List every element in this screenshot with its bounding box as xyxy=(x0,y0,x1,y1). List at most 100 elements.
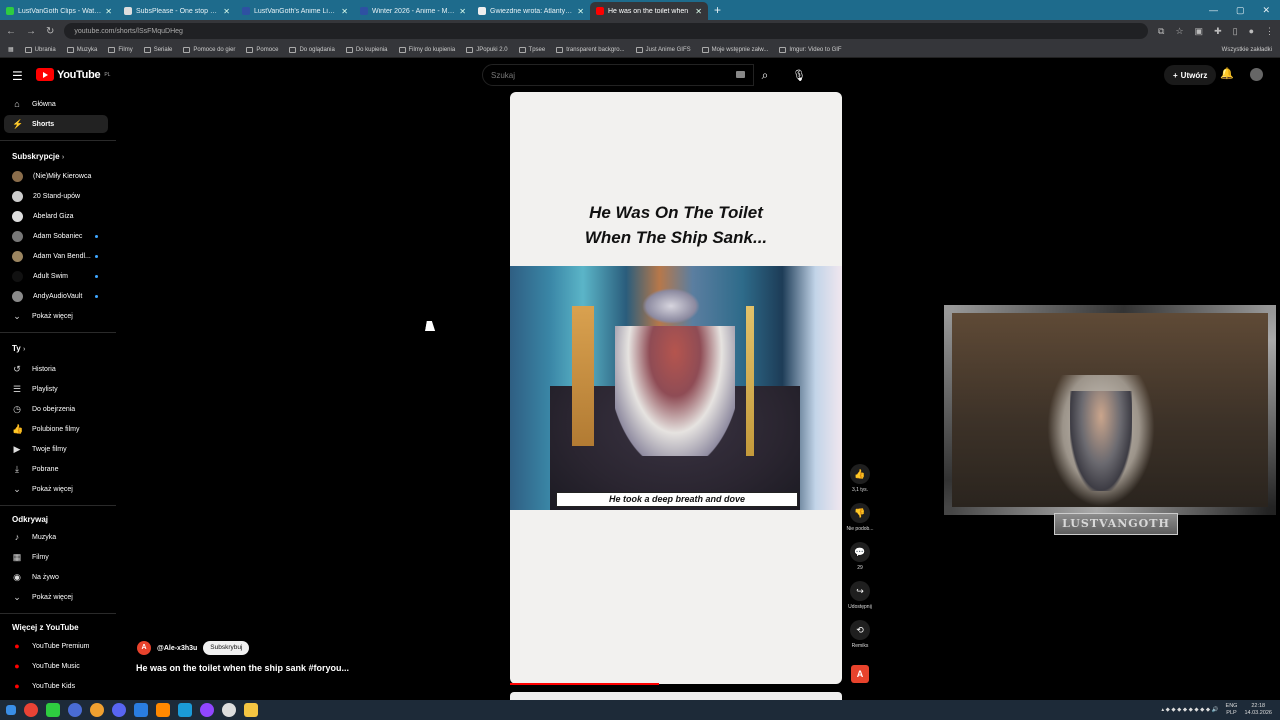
cast-icon[interactable]: ⧉ xyxy=(1158,26,1164,37)
browser-tab[interactable]: He was on the toilet when ✕ xyxy=(590,2,708,20)
video-progress-bar[interactable] xyxy=(510,683,660,685)
subscription-item[interactable]: Adam Sobaniec xyxy=(4,227,108,245)
show-more-subscriptions[interactable]: ⌄ Pokaż więcej xyxy=(4,307,108,325)
comment-icon[interactable]: 💬 xyxy=(850,542,870,562)
bookmark-item[interactable]: Pomoce xyxy=(246,46,278,53)
new-tab-button[interactable]: + xyxy=(708,3,727,17)
tab-close-icon[interactable]: ✕ xyxy=(459,7,466,16)
bookmark-item[interactable]: Filmy do kupienia xyxy=(398,46,455,53)
bookmark-star-icon[interactable]: ☆ xyxy=(1175,26,1183,37)
extensions-puzzle-icon[interactable]: ✚ xyxy=(1214,26,1222,37)
dislike-icon[interactable]: 👎 xyxy=(850,503,870,523)
remix-icon[interactable]: ⟲ xyxy=(850,620,870,640)
like-action[interactable]: 👍 3,1 tys. xyxy=(843,464,877,493)
app-icon-green[interactable] xyxy=(46,703,60,717)
microphone-icon[interactable]: 🎙 xyxy=(788,64,810,86)
bookmark-item[interactable]: Do oglądania xyxy=(289,46,335,53)
sidebar-item-your-videos[interactable]: ▶ Twoje filmy xyxy=(4,440,108,458)
channel-thumbnail-button[interactable]: A xyxy=(851,665,869,683)
menu-kebab-icon[interactable]: ⋮ xyxy=(1265,26,1274,37)
maximize-button[interactable]: ▢ xyxy=(1236,5,1245,16)
browser-tab[interactable]: Gwiezdne wrota: Atlantyda / Sti ✕ xyxy=(472,2,590,20)
subscription-item[interactable]: Abelard Giza xyxy=(4,207,108,225)
discord-icon[interactable] xyxy=(112,703,126,717)
telegram-icon[interactable] xyxy=(178,703,192,717)
channel-name[interactable]: @Ale-x3h3u xyxy=(157,645,197,652)
chrome-icon[interactable] xyxy=(24,703,38,717)
tab-close-icon[interactable]: ✕ xyxy=(105,7,112,16)
tab-close-icon[interactable]: ✕ xyxy=(577,7,584,16)
bookmark-item[interactable]: transparent backgro... xyxy=(556,46,625,53)
tab-close-icon[interactable]: ✕ xyxy=(341,7,348,16)
hamburger-menu-icon[interactable]: ☰ xyxy=(12,69,23,83)
browser-tab[interactable]: SubsPlease - One stop shop for ✕ xyxy=(118,2,236,20)
dislike-action[interactable]: 👎 Nie podob... xyxy=(843,503,877,532)
search-input[interactable]: Szukaj xyxy=(482,64,754,86)
obs-icon[interactable] xyxy=(222,703,236,717)
forward-button[interactable]: → xyxy=(26,26,36,37)
bookmark-item[interactable]: Pomoce do gier xyxy=(183,46,235,53)
bookmark-item[interactable]: Tpsee xyxy=(518,46,545,53)
all-bookmarks[interactable]: Wszystkie zakładki xyxy=(1222,47,1280,53)
apps-icon[interactable]: ▦ xyxy=(8,46,14,53)
bookmark-item[interactable]: Muzyka xyxy=(66,46,97,53)
like-icon[interactable]: 👍 xyxy=(850,464,870,484)
app-icon-orange[interactable] xyxy=(90,703,104,717)
subscription-item[interactable]: Adam Van Bendl... xyxy=(4,247,108,265)
sidebar-item-youtube-product[interactable]: ● YouTube Music xyxy=(4,657,108,675)
lang-indicator[interactable]: ENG PLP xyxy=(1226,703,1238,717)
next-short-preview[interactable] xyxy=(510,692,842,700)
sidebar-item-youtube-product[interactable]: ● YouTube Kids xyxy=(4,677,108,695)
start-menu-icon[interactable] xyxy=(6,705,16,715)
you-header[interactable]: Ty › xyxy=(12,344,25,353)
sidebar-item-live[interactable]: ◉ Na żywo xyxy=(4,568,108,586)
bookmark-item[interactable]: Do kupienia xyxy=(345,46,388,53)
sidebar-item-youtube-product[interactable]: ● YouTube Premium xyxy=(4,637,108,655)
sidebar-item-history[interactable]: ↺ Historia xyxy=(4,360,108,378)
search-button[interactable]: ⌕ xyxy=(754,64,776,86)
close-window-button[interactable]: ✕ xyxy=(1262,5,1270,16)
more-from-youtube-header[interactable]: Więcej z YouTube xyxy=(12,623,79,632)
url-field[interactable]: youtube.com/shorts/lSsFMquDHeg xyxy=(64,23,1149,39)
sidepanel-icon[interactable]: ▯ xyxy=(1233,26,1238,37)
sidebar-item-like[interactable]: 👍 Polubione filmy xyxy=(4,420,108,438)
video-title[interactable]: He was on the toilet when the ship sank … xyxy=(136,663,349,673)
vlc-icon[interactable] xyxy=(156,703,170,717)
browser-tab[interactable]: LustVanGoth's Anime List - My ✕ xyxy=(236,2,354,20)
sidebar-item-home[interactable]: ⌂ Główna xyxy=(4,95,108,113)
minimize-button[interactable]: — xyxy=(1209,5,1218,16)
create-button[interactable]: + Utwórz xyxy=(1164,65,1217,85)
folder-icon[interactable] xyxy=(244,703,258,717)
profile-icon[interactable]: ● xyxy=(1249,26,1254,37)
keyboard-icon[interactable] xyxy=(736,71,745,78)
channel-avatar[interactable]: A xyxy=(137,641,151,655)
subscribe-button[interactable]: Subskrybuj xyxy=(203,641,250,655)
app-icon-blue[interactable] xyxy=(68,703,82,717)
bookmark-item[interactable]: Seriale xyxy=(143,46,172,53)
tab-close-icon[interactable]: ✕ xyxy=(223,7,230,16)
twitch-icon[interactable] xyxy=(200,703,214,717)
sidebar-item-download[interactable]: ⤓ Pobrane xyxy=(4,460,108,478)
bookmark-item[interactable]: Imgur: Video to GIF xyxy=(779,46,842,53)
account-avatar[interactable] xyxy=(1250,68,1263,81)
extension-icon[interactable]: ▣ xyxy=(1195,26,1204,37)
clock[interactable]: 22:18 14.03.2026 xyxy=(1244,703,1272,717)
bookmark-item[interactable]: Ubrania xyxy=(24,46,56,53)
subscription-item[interactable]: Adult Swim xyxy=(4,267,108,285)
sidebar-item-film[interactable]: ▦ Filmy xyxy=(4,548,108,566)
subscription-item[interactable]: (Nie)Miły Kierowca xyxy=(4,167,108,185)
youtube-logo[interactable]: YouTube PL xyxy=(36,68,110,81)
sidebar-item-shorts[interactable]: ⚡ Shorts xyxy=(4,115,108,133)
share-icon[interactable]: ↪ xyxy=(850,581,870,601)
notifications-bell-icon[interactable]: 🔔 xyxy=(1220,67,1234,80)
sidebar-item-watch-later[interactable]: ◷ Do obejrzenia xyxy=(4,400,108,418)
subscription-item[interactable]: AndyAudioVault xyxy=(4,287,108,305)
show-more-you[interactable]: ⌄ Pokaż więcej xyxy=(4,480,108,498)
explore-header[interactable]: Odkrywaj xyxy=(12,515,48,524)
sidebar-item-music[interactable]: ♪ Muzyka xyxy=(4,528,108,546)
reload-button[interactable]: ↻ xyxy=(46,26,54,37)
bookmark-item[interactable]: Just Anime GIFS xyxy=(635,46,691,53)
share-action[interactable]: ↪ Udostępnij xyxy=(843,581,877,610)
remix-action[interactable]: ⟲ Remiks xyxy=(843,620,877,649)
comments-action[interactable]: 💬 29 xyxy=(843,542,877,571)
